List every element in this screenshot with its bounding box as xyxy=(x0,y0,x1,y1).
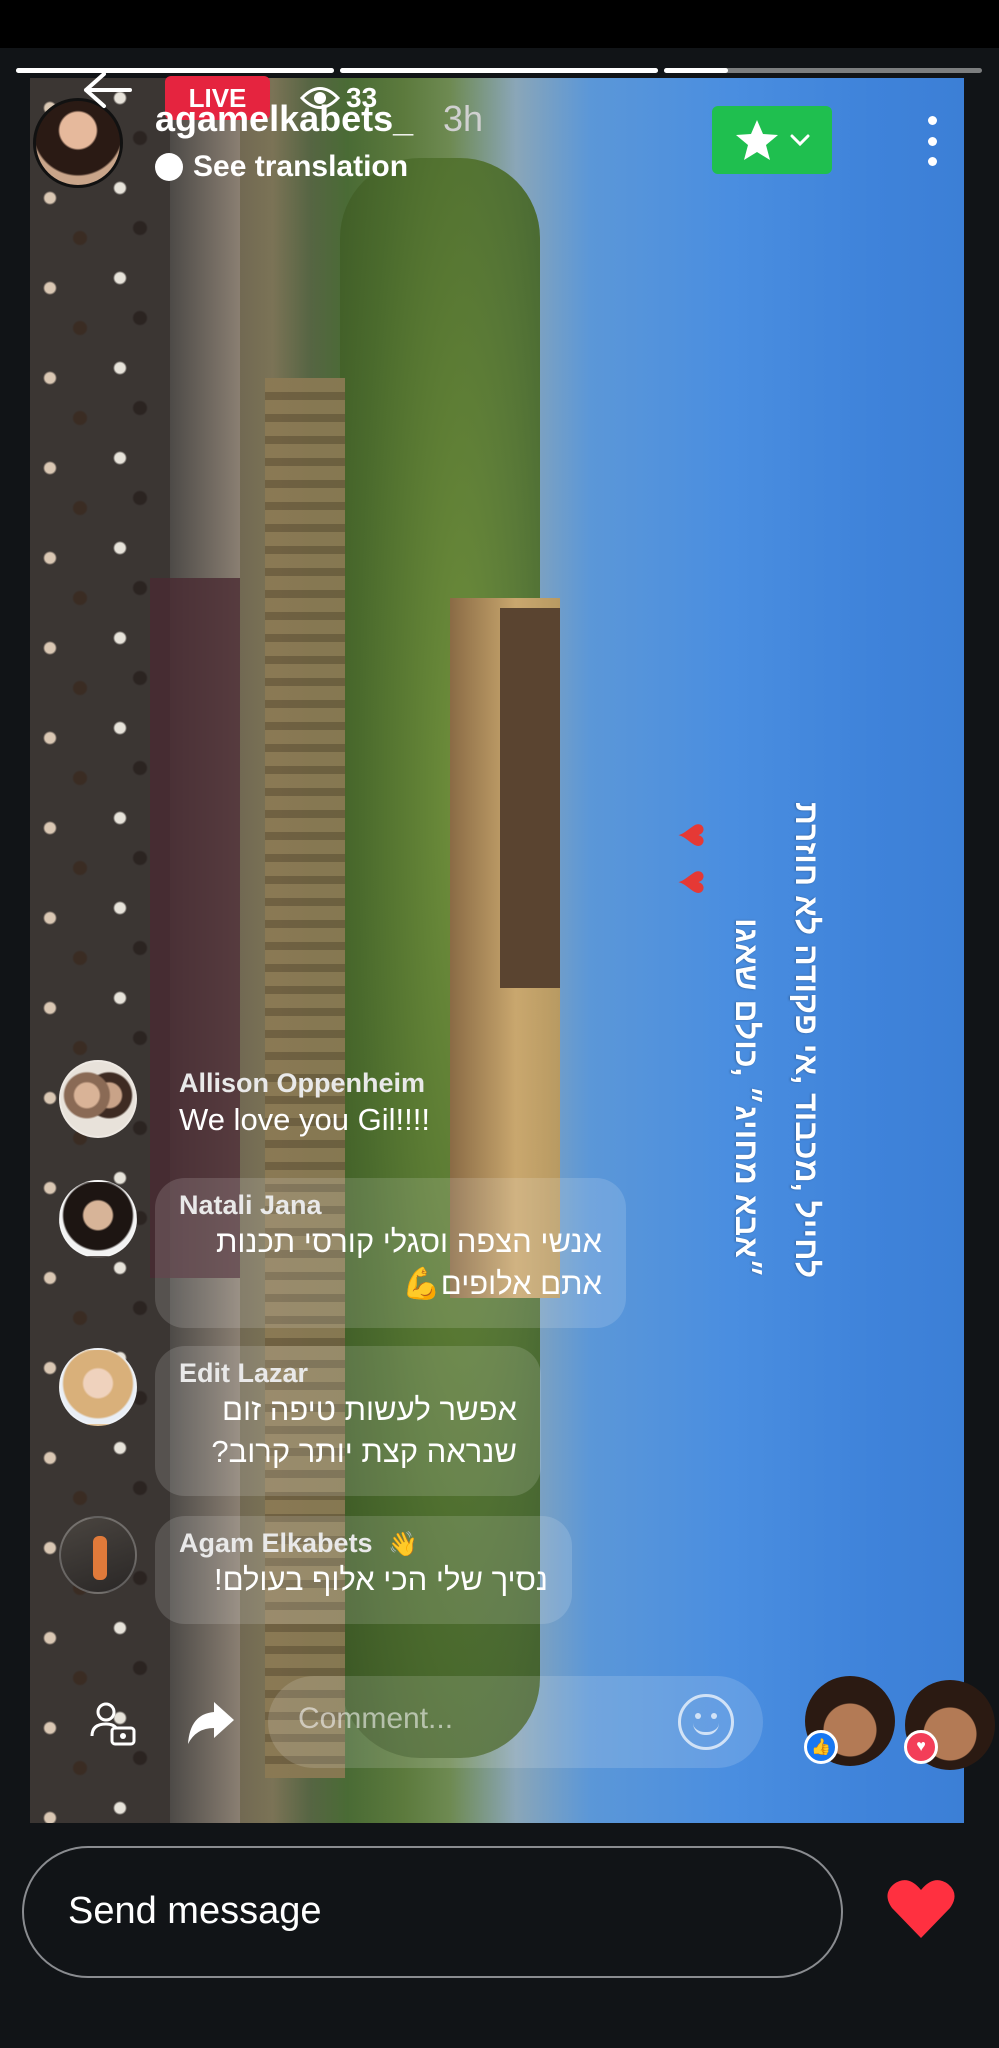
comment-author: Agam Elkabets 👋 xyxy=(179,1528,548,1559)
comment-text: We love you Gil!!!! xyxy=(179,1102,430,1137)
comment-author: Natali Jana xyxy=(179,1190,322,1220)
comment-author-name: Agam Elkabets xyxy=(179,1528,373,1558)
status-bar xyxy=(0,0,999,48)
comment-author: Edit Lazar xyxy=(179,1358,309,1388)
translate-icon xyxy=(155,153,183,181)
back-arrow-icon[interactable] xyxy=(80,70,132,110)
comment-text: שנראה קצת יותר קרוב? xyxy=(211,1434,517,1469)
comment-text: אפשר לעשות טיפה זום xyxy=(222,1392,517,1427)
share-person-icon[interactable] xyxy=(90,1700,136,1746)
comment-avatar[interactable] xyxy=(59,1516,137,1594)
heart-icon: ♥ xyxy=(669,821,719,849)
comment-text: נסיך שלי הכי אלוף בעולם! xyxy=(213,1562,548,1597)
comment-input[interactable]: Comment... xyxy=(268,1676,763,1768)
avatar[interactable] xyxy=(33,98,123,188)
send-message-placeholder: Send message xyxy=(68,1890,322,1932)
send-message-input[interactable]: Send message xyxy=(22,1846,843,1978)
comment-text: אתם אלופים💪 xyxy=(402,1266,602,1301)
like-badge-icon: 👍 xyxy=(804,1730,838,1764)
comment-avatar[interactable] xyxy=(59,1348,137,1426)
video-building-roof xyxy=(500,608,560,988)
favorite-button[interactable] xyxy=(712,106,832,174)
comment-author: Allison Oppenheim xyxy=(179,1068,426,1098)
story-progress-bar xyxy=(16,68,983,73)
see-translation-label: See translation xyxy=(193,150,409,183)
progress-segment xyxy=(340,68,658,73)
chevron-down-icon xyxy=(790,134,810,147)
love-badge-icon: ♥ xyxy=(904,1730,938,1764)
time-ago: 3h xyxy=(443,98,484,139)
username[interactable]: agamelkabets_ xyxy=(155,98,413,140)
comment-avatar[interactable] xyxy=(59,1060,137,1138)
comment-text: אנשי הצפה וסגלי קורסי תכנות xyxy=(215,1224,602,1259)
overlay-text-line: לחייל ,מכבוד ,אי פקודה לא חוזרת xyxy=(789,801,825,1278)
see-translation-link[interactable]: See translation xyxy=(155,150,408,184)
heart-icon: ♥ xyxy=(669,868,719,896)
emoji-icon[interactable] xyxy=(678,1694,734,1750)
comment-placeholder: Comment... xyxy=(298,1702,454,1735)
star-icon xyxy=(736,120,778,160)
video-stage xyxy=(150,578,240,1278)
comment-bubble: Natali Jana אנשי הצפה וסגלי קורסי תכנות … xyxy=(155,1178,626,1328)
comment-bubble: Edit Lazar אפשר לעשות טיפה זום שנראה קצת… xyxy=(155,1346,541,1496)
progress-segment xyxy=(16,68,334,73)
comment-bubble: Allison Oppenheim We love you Gil!!!! xyxy=(155,1060,454,1157)
forward-arrow-icon[interactable] xyxy=(186,1700,236,1746)
more-vertical-icon[interactable] xyxy=(920,116,944,166)
comment-avatar[interactable] xyxy=(59,1180,137,1258)
progress-segment-current xyxy=(664,68,982,73)
comment-bubble: Agam Elkabets 👋 נסיך שלי הכי אלוף בעולם! xyxy=(155,1516,572,1624)
heart-icon[interactable] xyxy=(886,1876,956,1940)
wave-badge-icon: 👋 xyxy=(388,1531,418,1558)
